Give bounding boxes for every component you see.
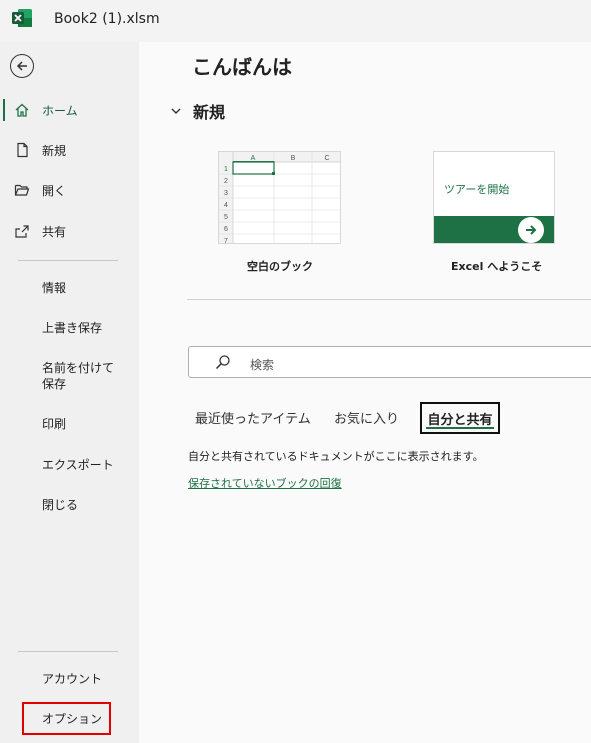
sidebar-item-export[interactable]: エクスポート [42,457,114,473]
sidebar-item-info[interactable]: 情報 [42,280,66,296]
sidebar-item-label: ホーム [42,103,78,118]
blank-workbook-label[interactable]: 空白のブック [247,258,313,274]
arrow-right-circle-icon [518,217,544,243]
window-title: Book2 (1).xlsm [54,11,160,27]
sidebar-item-label: 新規 [42,143,67,158]
search-box[interactable]: 検索 [188,346,591,378]
tab-label: 自分と共有 [427,412,493,428]
sidebar-item-new[interactable]: 新規 [0,133,139,167]
row-header: 2 [224,178,228,185]
blank-workbook-template[interactable]: A B C 1 2 3 4 5 6 7 [218,151,341,244]
greeting-heading: こんばんは [192,55,292,79]
section-divider [187,299,591,300]
main-panel: こんばんは 新規 A B C 1 2 3 4 5 6 7 空白のブック ツアーを… [139,42,591,743]
active-tab-underline [426,427,494,429]
row-header: 4 [224,202,228,209]
options-highlight-box [22,702,111,735]
home-icon [13,101,31,119]
back-arrow-icon [16,61,27,71]
back-button[interactable] [10,54,34,78]
welcome-thumbnail-text: ツアーを開始 [444,183,510,196]
excel-icon [12,9,32,27]
recover-unsaved-link[interactable]: 保存されていないブックの回復 [188,475,342,491]
sidebar-item-print[interactable]: 印刷 [42,416,66,432]
welcome-template-label[interactable]: Excel へようこそ [451,258,542,274]
tab-recent[interactable]: 最近使ったアイテム [195,408,311,427]
open-folder-icon [13,181,31,199]
active-indicator [3,99,5,121]
sidebar-divider [18,651,118,652]
title-bar: Book2 (1).xlsm [0,0,591,42]
new-section-title: 新規 [193,103,226,122]
tab-favorites[interactable]: お気に入り [334,408,399,427]
sidebar-item-label: 共有 [42,224,67,239]
column-header: C [324,155,329,162]
sidebar-divider [18,260,118,261]
row-header: 1 [224,166,228,173]
column-header: A [251,155,256,162]
row-header: 6 [224,226,228,233]
sidebar-item-open[interactable]: 開く [0,173,139,207]
backstage-sidebar: ホーム 新規 開く 共有 情報 上書き保存 名前を付けて 保存 印刷 エクスポー… [0,42,139,743]
row-header: 7 [224,238,228,244]
sidebar-item-home[interactable]: ホーム [0,93,139,127]
sidebar-item-account[interactable]: アカウント [42,671,102,687]
search-placeholder: 検索 [250,358,275,372]
sidebar-item-save[interactable]: 上書き保存 [42,320,102,336]
share-icon [13,222,31,240]
new-document-icon [13,141,31,159]
sidebar-item-save-as[interactable]: 名前を付けて 保存 [42,360,114,392]
blank-workbook-thumbnail: A B C 1 2 3 4 5 6 7 [219,152,340,244]
column-header: B [291,155,296,162]
shared-empty-message: 自分と共有されているドキュメントがここに表示されます。 [188,450,484,463]
sidebar-item-close[interactable]: 閉じる [42,497,78,513]
new-section-header[interactable]: 新規 [169,99,225,123]
tab-shared-with-me[interactable]: 自分と共有 [420,402,500,434]
search-icon [215,355,230,370]
row-header: 5 [224,214,228,221]
welcome-template[interactable]: ツアーを開始 [433,151,555,244]
row-header: 3 [224,190,228,197]
chevron-down-icon [171,108,181,114]
sidebar-item-share[interactable]: 共有 [0,214,139,248]
sidebar-item-label: 開く [42,183,67,198]
